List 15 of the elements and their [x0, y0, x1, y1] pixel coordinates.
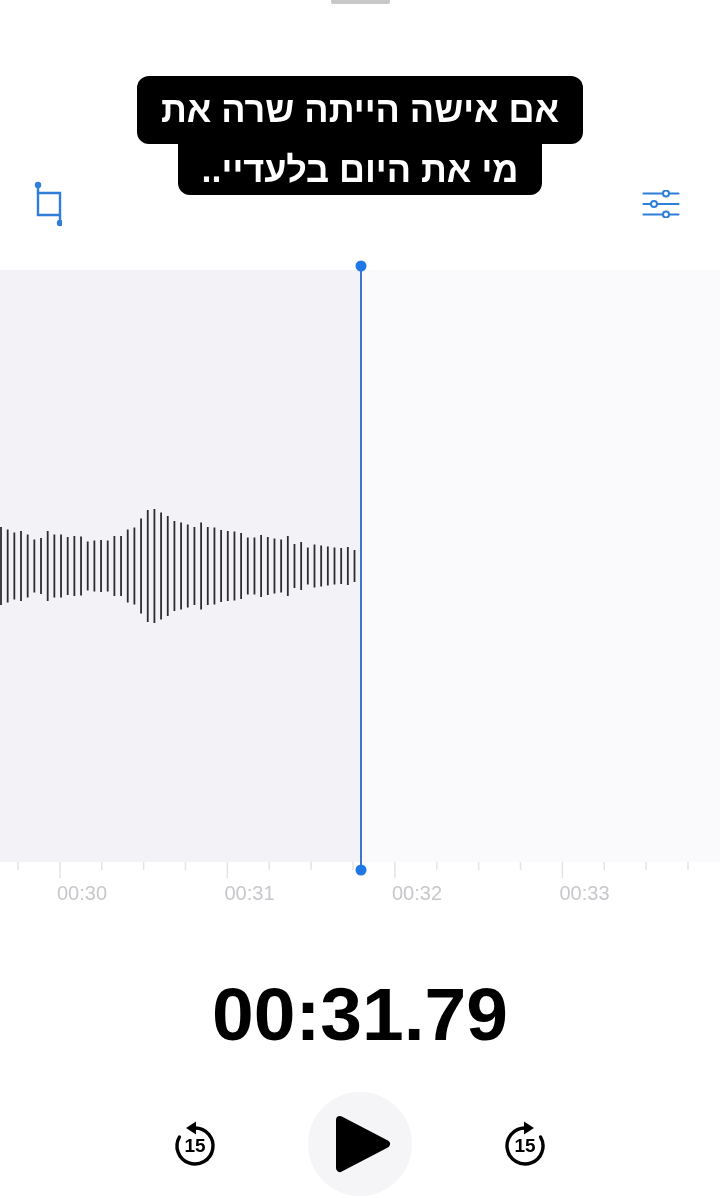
time-label: 00:32 [392, 882, 443, 904]
counterclockwise-arrow-icon [173, 1120, 217, 1168]
skip-back-button[interactable]: 15 [173, 1120, 217, 1168]
time-label: 00:31 [224, 882, 275, 904]
clockwise-arrow-icon [503, 1120, 547, 1168]
caption-text: אם אישה הייתה שרה את [136, 76, 584, 144]
time-readout: 00:31.79 [211, 976, 509, 1052]
sliders-icon[interactable] [642, 190, 680, 218]
time-label: 00:30 [57, 882, 108, 904]
caption-text: מי את היום בלעדיי.. [177, 144, 543, 195]
crop-icon[interactable] [34, 181, 62, 227]
grabber-handle[interactable] [330, 0, 390, 4]
time-label: 00:33 [559, 882, 610, 904]
playhead[interactable] [354, 260, 368, 876]
skip-forward-button[interactable]: 15 [503, 1120, 547, 1168]
